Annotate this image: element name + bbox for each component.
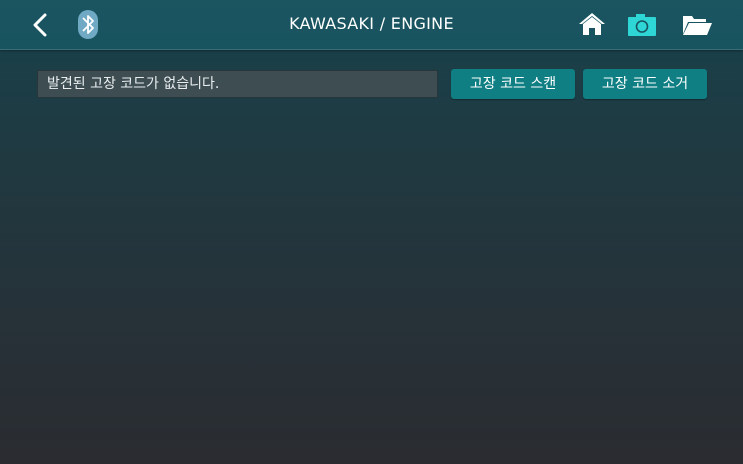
clear-dtc-button[interactable]: 고장 코드 소거 <box>583 69 707 99</box>
scan-dtc-button[interactable]: 고장 코드 스캔 <box>451 69 575 99</box>
dtc-message-field: 발견된 고장 코드가 없습니다. <box>37 70 438 98</box>
folder-icon[interactable] <box>681 13 713 37</box>
top-bar: KAWASAKI / ENGINE <box>0 0 743 50</box>
home-icon[interactable] <box>578 11 606 37</box>
camera-icon[interactable] <box>626 11 658 38</box>
